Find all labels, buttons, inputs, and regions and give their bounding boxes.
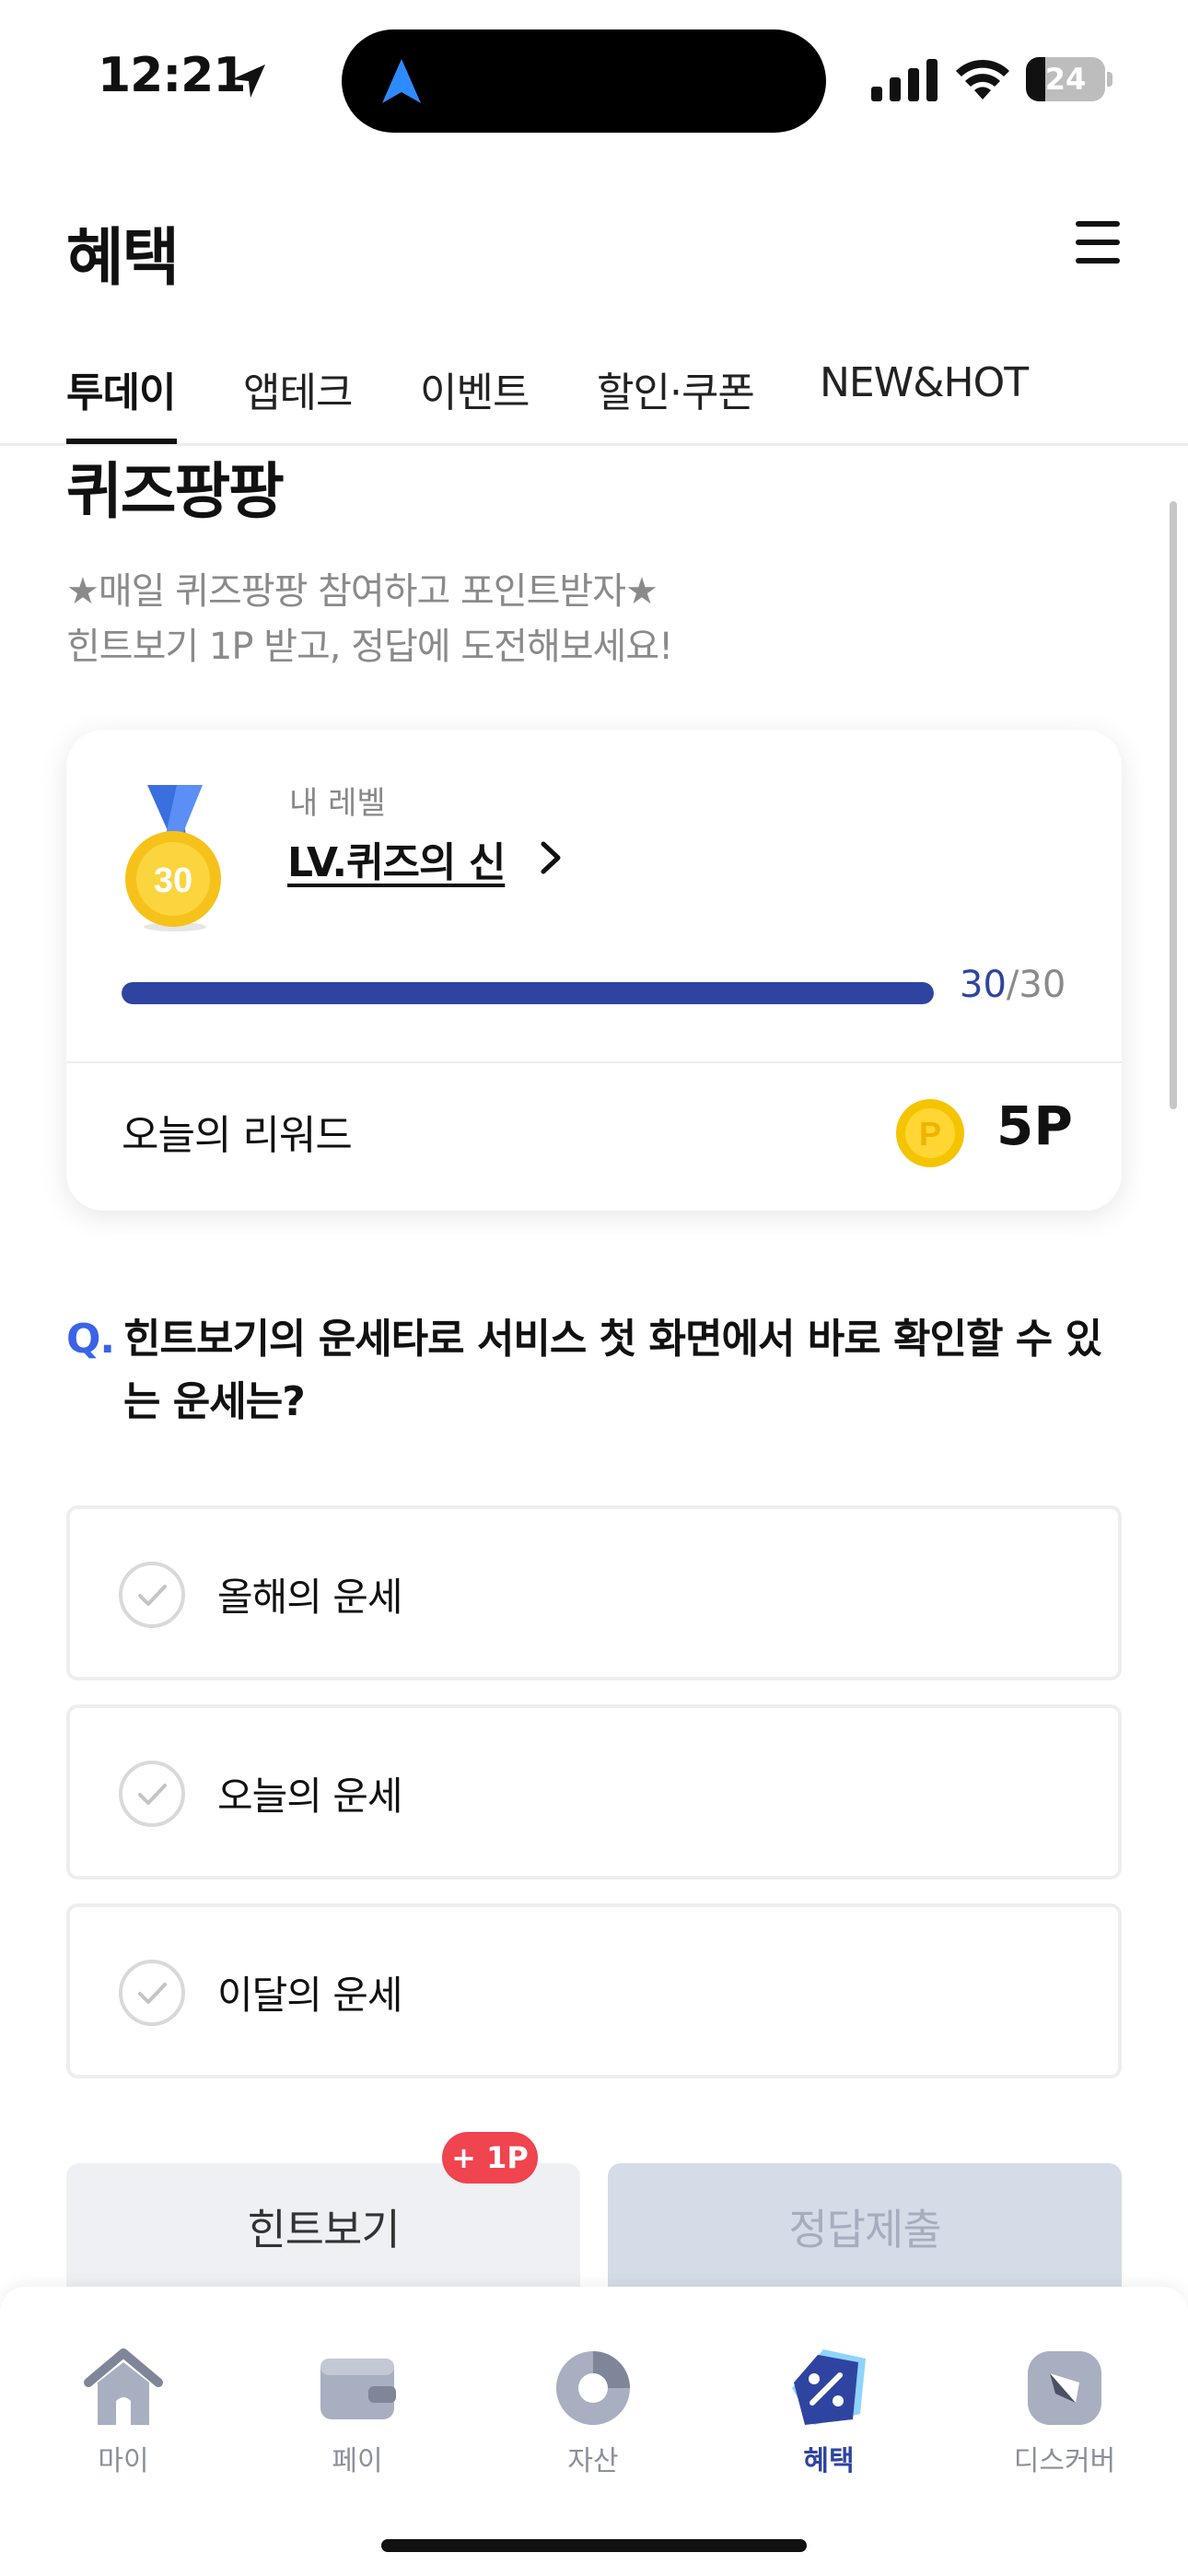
hint-point-badge: + 1P (442, 2132, 538, 2184)
wifi-icon (956, 59, 1009, 100)
nav-label: 페이 (332, 2445, 383, 2477)
medal-icon: 30 (125, 785, 221, 931)
navigation-arrow-icon (382, 59, 421, 103)
wallet-icon (320, 2359, 396, 2419)
nav-item-assets[interactable]: 자산 (510, 2346, 676, 2484)
pie-chart-icon (556, 2351, 630, 2425)
tab-new-hot[interactable]: NEW&HOT (820, 359, 1029, 406)
answer-option[interactable]: 올해의 운세 (66, 1505, 1122, 1680)
nav-item-benefits[interactable]: 혜택 (746, 2346, 912, 2484)
hint-button-label: 힌트보기 (247, 2205, 400, 2254)
progress-separator: / (1006, 964, 1019, 1006)
scrollbar[interactable] (1170, 501, 1177, 1109)
question-text: 힌트보기의 운세타로 서비스 첫 화면에서 바로 확인할 수 있는 운세는? (123, 1316, 1102, 1425)
signal-icon (871, 59, 938, 101)
progress-current: 30 (960, 964, 1007, 1006)
tab-bar: 투데이 앱테크 이벤트 할인·쿠폰 NEW&HOT (0, 350, 1188, 446)
status-bar: 12:21 24 (0, 0, 1188, 157)
section-desc-line-1: ★매일 퀴즈팡팡 참여하고 포인트받자★ (66, 570, 658, 613)
check-circle-icon (119, 1960, 185, 2026)
compass-icon (1028, 2351, 1101, 2425)
tab-apptech[interactable]: 앱테크 (243, 359, 353, 418)
check-circle-icon (119, 1562, 185, 1628)
nav-label: 마이 (98, 2445, 149, 2477)
status-time: 12:21 (98, 48, 247, 103)
tab-event[interactable]: 이벤트 (420, 359, 530, 418)
nav-label: 혜택 (803, 2445, 855, 2477)
section-description: ★매일 퀴즈팡팡 참여하고 포인트받자★ 힌트보기 1P 받고, 정답에 도전해… (66, 564, 673, 674)
section-desc-line-2: 힌트보기 1P 받고, 정답에 도전해보세요! (66, 626, 673, 668)
reward-value: 5P (996, 1095, 1073, 1157)
nav-label: 디스커버 (1013, 2445, 1116, 2477)
home-icon (84, 2348, 163, 2425)
check-circle-icon (119, 1761, 185, 1827)
reward-label: 오늘의 리워드 (122, 1112, 353, 1159)
medal-number: 30 (154, 861, 192, 900)
home-indicator (381, 2539, 807, 2552)
benefit-tag-icon (792, 2349, 866, 2425)
point-coin-icon: P (896, 1099, 964, 1167)
tab-discount-coupon[interactable]: 할인·쿠폰 (597, 359, 755, 418)
nav-item-my[interactable]: 마이 (41, 2346, 206, 2484)
quiz-question: Q. 힌트보기의 운세타로 서비스 첫 화면에서 바로 확인할 수 있는 운세는… (66, 1308, 1122, 1434)
level-name-link[interactable]: LV.퀴즈의 신 (287, 829, 506, 888)
bottom-navigation: 마이 페이 자산 혜택 디스커버 (0, 2287, 1188, 2576)
level-progress-text: 30/30 (960, 964, 1066, 1006)
section-title: 퀴즈팡팡 (66, 456, 285, 527)
dynamic-island (342, 29, 826, 133)
level-card: 30 내 레벨 LV.퀴즈의 신 30/30 오늘의 리워드 P 5P (66, 730, 1122, 1211)
battery-percent: 24 (1044, 62, 1087, 97)
level-label: 내 레벨 (289, 785, 386, 822)
card-divider (66, 1061, 1122, 1063)
chevron-right-icon[interactable] (538, 838, 564, 877)
answer-option[interactable]: 오늘의 운세 (66, 1704, 1122, 1879)
nav-item-discover[interactable]: 디스커버 (982, 2346, 1147, 2484)
submit-button-label: 정답제출 (788, 2205, 941, 2254)
answer-option-label: 오늘의 운세 (217, 1774, 403, 1819)
level-progress-bar (122, 982, 934, 1004)
level-progress-fill (122, 982, 934, 1004)
tab-today[interactable]: 투데이 (66, 359, 176, 418)
nav-label: 자산 (567, 2445, 619, 2477)
progress-max: 30 (1019, 964, 1066, 1006)
nav-item-pay[interactable]: 페이 (274, 2346, 440, 2484)
page-title: 혜택 (66, 222, 180, 295)
answer-option[interactable]: 이달의 운세 (66, 1903, 1122, 2078)
hamburger-menu-icon[interactable] (1072, 217, 1124, 269)
question-prefix: Q. (66, 1316, 115, 1363)
answer-option-label: 올해의 운세 (217, 1575, 403, 1620)
battery-indicator: 24 (1026, 57, 1112, 101)
answer-option-label: 이달의 운세 (217, 1973, 403, 2018)
coin-symbol: P (919, 1115, 941, 1153)
location-arrow-icon (232, 64, 265, 98)
